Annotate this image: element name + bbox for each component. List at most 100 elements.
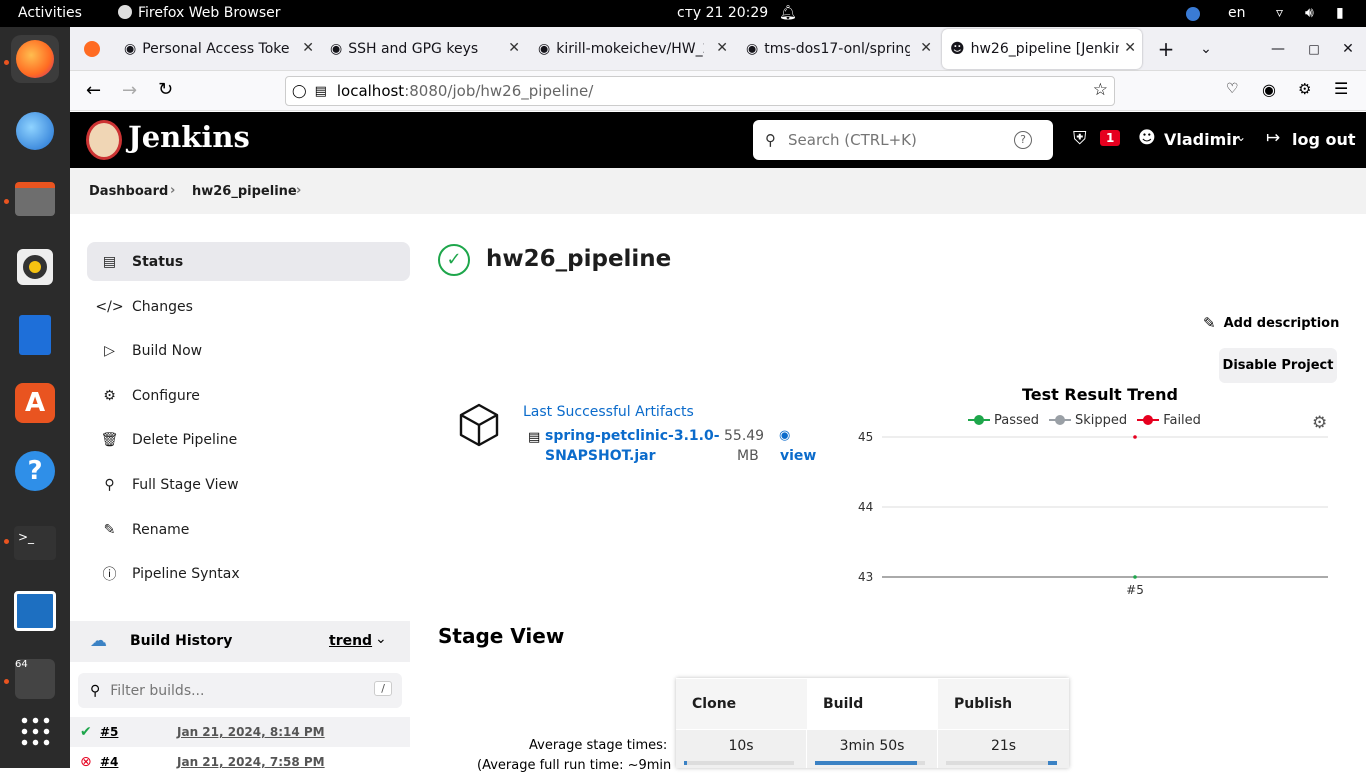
- sidebar-item-pipeline-syntax[interactable]: ⓘ Pipeline Syntax: [87, 554, 410, 593]
- pencil-icon: ✎: [103, 521, 116, 538]
- breadcrumb-job[interactable]: hw26_pipeline: [192, 184, 297, 199]
- app-center-launcher-icon[interactable]: A: [11, 379, 59, 427]
- chevron-down-icon[interactable]: ⌄: [375, 631, 387, 647]
- sidebar-item-status[interactable]: ▤ Status: [87, 242, 410, 281]
- system-monitor-launcher-icon[interactable]: [11, 587, 59, 635]
- language-indicator[interactable]: en: [1228, 5, 1246, 21]
- build-date-link[interactable]: Jan 21, 2024, 8:14 PM: [177, 725, 325, 739]
- firefox-small-icon: [118, 5, 132, 19]
- close-tab-icon[interactable]: ✕: [920, 40, 932, 56]
- extensions-icon[interactable]: ⚙: [1298, 80, 1311, 98]
- breadcrumb-dashboard[interactable]: Dashboard: [89, 184, 168, 199]
- view-fingerprint-link[interactable]: view: [780, 448, 816, 464]
- tab-hw26-pipeline[interactable]: ☻ hw26_pipeline [Jenkin ✕: [942, 29, 1142, 69]
- rhythmbox-launcher-icon[interactable]: [11, 243, 59, 291]
- active-app-menu[interactable]: Firefox Web Browser: [118, 5, 281, 21]
- disable-project-button[interactable]: Disable Project: [1219, 348, 1337, 383]
- code-icon: </>: [95, 298, 124, 315]
- page-title: hw26_pipeline: [486, 246, 672, 272]
- tab-ssh-gpg-keys[interactable]: ◉ SSH and GPG keys ✕: [326, 29, 526, 69]
- pocket-icon[interactable]: ♡: [1226, 81, 1239, 97]
- logout-icon[interactable]: ↦: [1266, 128, 1280, 148]
- sidebar-item-build-now[interactable]: ▷ Build Now: [87, 331, 410, 370]
- close-tab-icon[interactable]: ✕: [716, 40, 728, 56]
- filter-builds-field[interactable]: ⚲ /: [78, 673, 402, 708]
- show-apps-icon[interactable]: [11, 707, 59, 755]
- help-launcher-icon[interactable]: ?: [11, 447, 59, 495]
- back-arrow-icon[interactable]: ←: [86, 80, 101, 101]
- battery-icon[interactable]: ▮: [1336, 5, 1344, 21]
- help-icon[interactable]: ?: [1014, 131, 1032, 149]
- filter-builds-input[interactable]: [110, 682, 351, 699]
- last-successful-artifacts-link[interactable]: Last Successful Artifacts: [523, 404, 694, 420]
- list-tabs-chevron-icon[interactable]: ⌄: [1194, 29, 1218, 69]
- files-launcher-icon[interactable]: [11, 175, 59, 223]
- artifact-link[interactable]: SNAPSHOT.jar: [545, 448, 656, 464]
- activities-button[interactable]: Activities: [18, 5, 82, 21]
- page-icon[interactable]: ▤: [315, 84, 327, 99]
- search-input[interactable]: [788, 131, 1008, 149]
- alert-count-badge[interactable]: 1: [1100, 130, 1121, 146]
- volume-icon[interactable]: 🔊︎: [1305, 5, 1314, 21]
- breadcrumb-separator-icon: ›: [296, 183, 302, 198]
- add-description-button[interactable]: ✎ Add description: [1203, 314, 1339, 332]
- terminal-launcher-icon[interactable]: >_: [11, 519, 59, 567]
- jenkins-search[interactable]: ⚲ ?: [753, 120, 1053, 160]
- build-history-header: ☁ Build History trend ⌄: [70, 621, 410, 662]
- url-bar[interactable]: ◯ ▤ localhost:8080/job/hw26_pipeline/ ☆: [285, 76, 1115, 106]
- close-tab-icon[interactable]: ✕: [302, 40, 314, 56]
- thunderbird-launcher-icon[interactable]: [11, 107, 59, 155]
- close-window-button[interactable]: ✕: [1336, 29, 1360, 69]
- sidebar-item-rename[interactable]: ✎ Rename: [87, 510, 410, 549]
- tab-tms-dos17[interactable]: ◉ tms-dos17-onl/spring- ✕: [742, 29, 938, 69]
- logout-link[interactable]: log out: [1292, 130, 1356, 149]
- wifi-icon[interactable]: ▿: [1276, 5, 1283, 21]
- maximize-button[interactable]: □: [1302, 29, 1326, 69]
- sidebar-item-changes[interactable]: </> Changes: [87, 287, 410, 326]
- new-tab-button[interactable]: +: [1154, 29, 1178, 69]
- sidebar-item-full-stage-view[interactable]: ⚲ Full Stage View: [87, 465, 410, 504]
- indicator-icon[interactable]: [1186, 7, 1200, 21]
- tab-personal-access-token[interactable]: ◉ Personal Access Token ✕: [120, 29, 320, 69]
- trend-link[interactable]: trend: [329, 633, 372, 649]
- user-icon[interactable]: ☻: [1138, 128, 1156, 148]
- build-row[interactable]: ✔ #5 Jan 21, 2024, 8:14 PM: [70, 717, 410, 747]
- jenkins-favicon-icon: ☻: [950, 41, 965, 57]
- clock[interactable]: сту 21 20:29: [677, 5, 768, 21]
- jenkins-logo-icon[interactable]: [86, 120, 122, 160]
- tab-hw-repo[interactable]: ◉ kirill-mokeichev/HW_2 ✕: [534, 29, 734, 69]
- gear-icon: ⚙: [103, 387, 116, 404]
- reload-icon[interactable]: ↻: [158, 79, 173, 100]
- build-number-link[interactable]: #4: [100, 755, 118, 769]
- firefox-launcher-icon[interactable]: [11, 35, 59, 83]
- account-icon[interactable]: ◉: [1262, 80, 1276, 99]
- search-icon: ⚲: [90, 682, 101, 699]
- bell-icon[interactable]: 🔔︎: [779, 5, 797, 21]
- shield-icon[interactable]: ◯: [292, 84, 307, 99]
- close-tab-icon[interactable]: ✕: [1124, 40, 1136, 56]
- menu-icon[interactable]: ☰: [1334, 79, 1348, 98]
- search-icon: ⚲: [765, 131, 776, 149]
- security-shield-icon[interactable]: ⛨: [1073, 128, 1087, 149]
- breadcrumb: Dashboard › hw26_pipeline ›: [70, 168, 1366, 214]
- build-row[interactable]: ⊗ #4 Jan 21, 2024, 7:58 PM: [70, 747, 410, 777]
- fingerprint-icon[interactable]: ◉: [779, 428, 790, 443]
- artifact-link[interactable]: spring-petclinic-3.1.0-: [545, 428, 720, 444]
- sandbox-launcher-icon[interactable]: 64: [11, 655, 59, 703]
- sidebar-item-delete-pipeline[interactable]: 🗑︎ Delete Pipeline: [87, 420, 410, 459]
- build-date-link[interactable]: Jan 21, 2024, 7:58 PM: [177, 755, 325, 769]
- firefox-view-button[interactable]: [78, 29, 106, 69]
- user-name[interactable]: Vladimir: [1164, 130, 1240, 149]
- minimize-button[interactable]: —: [1266, 29, 1290, 69]
- close-tab-icon[interactable]: ✕: [508, 40, 520, 56]
- jenkins-brand[interactable]: Jenkins: [128, 120, 250, 154]
- writer-launcher-icon[interactable]: [11, 311, 59, 359]
- help-circle-icon: ⓘ: [102, 566, 117, 583]
- success-check-icon: ✔: [80, 724, 92, 740]
- bookmark-star-icon[interactable]: ☆: [1093, 80, 1108, 100]
- sidebar-item-configure[interactable]: ⚙ Configure: [87, 376, 410, 415]
- github-icon: ◉: [330, 41, 343, 57]
- build-number-link[interactable]: #5: [100, 725, 118, 739]
- forward-arrow-icon[interactable]: →: [122, 80, 137, 101]
- chevron-down-icon[interactable]: ⌄: [1236, 130, 1246, 144]
